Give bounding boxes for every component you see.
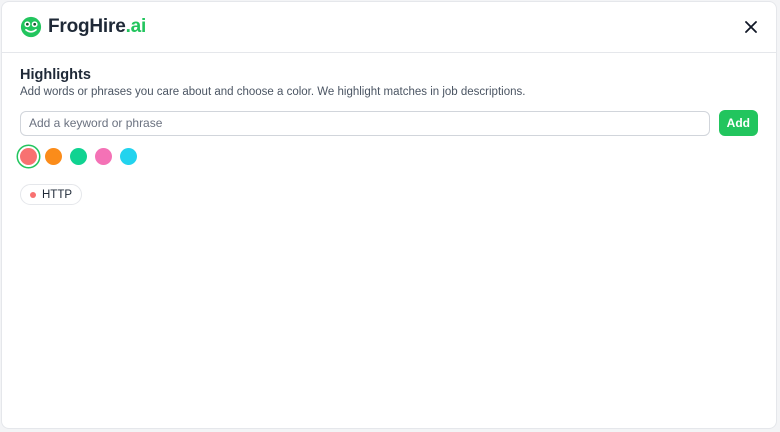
color-swatch-orange[interactable] [45, 148, 62, 165]
color-swatch-cyan[interactable] [120, 148, 137, 165]
close-icon [745, 21, 757, 33]
color-picker [20, 148, 758, 165]
section-title: Highlights [20, 67, 91, 83]
color-swatch-pink[interactable] [95, 148, 112, 165]
keyword-color-dot [30, 191, 36, 198]
brand-logo: FrogHire.ai [20, 16, 146, 38]
section-description: Add words or phrases you care about and … [20, 86, 526, 98]
keyword-input-row: Add [20, 110, 758, 136]
keyword-list: HTTP [20, 184, 758, 205]
highlights-dialog: FrogHire.ai Highlights Add words or phra… [1, 1, 777, 429]
color-swatch-green[interactable] [70, 148, 87, 165]
highlights-section: Highlights Add words or phrases you care… [2, 53, 776, 219]
brand-name: FrogHire.ai [48, 16, 147, 37]
add-button[interactable]: Add [718, 110, 758, 136]
close-button[interactable] [742, 18, 760, 36]
color-swatch-red[interactable] [20, 148, 37, 165]
keyword-chip[interactable]: HTTP [20, 184, 83, 205]
dialog-header: FrogHire.ai [2, 2, 776, 53]
keyword-input[interactable] [20, 110, 710, 136]
keyword-label: HTTP [42, 188, 73, 201]
frog-icon [20, 16, 42, 38]
